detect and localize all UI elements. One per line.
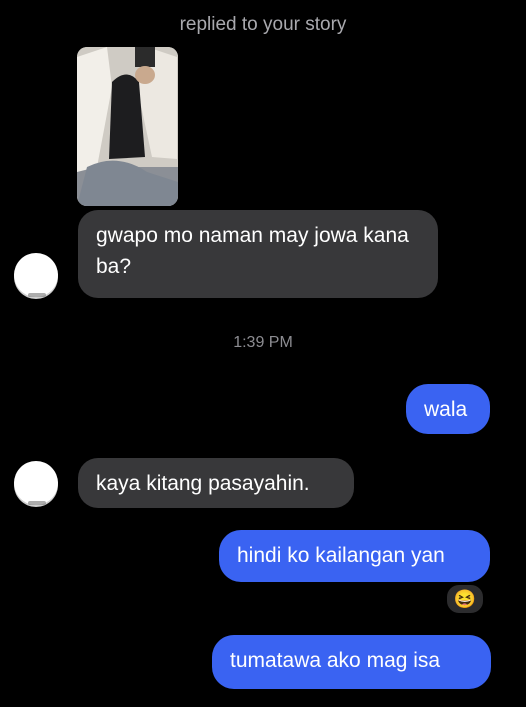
story-thumbnail-image (77, 47, 178, 206)
message-text: tumatawa ako mag isa (230, 649, 441, 672)
outgoing-message[interactable]: hindi ko kailangan yan (219, 530, 490, 582)
story-reply-note: replied to your story (179, 14, 347, 35)
timestamp: 1:39 PM (233, 334, 293, 351)
incoming-message[interactable]: gwapo mo naman may jowa kana ba? (78, 210, 438, 298)
sender-avatar[interactable] (14, 461, 58, 505)
message-text: gwapo mo naman may jowa kana ba? (96, 224, 409, 278)
sender-avatar[interactable] (14, 253, 58, 297)
message-text: hindi ko kailangan yan (237, 544, 445, 567)
incoming-message[interactable]: kaya kitang pasayahin. (78, 458, 354, 508)
reaction-emoji: 😆 (453, 588, 477, 609)
message-text: wala (424, 398, 468, 421)
outgoing-message[interactable]: tumatawa ako mag isa (212, 635, 491, 689)
laughing-emoji-icon[interactable]: 😆 (445, 583, 485, 615)
outgoing-message[interactable]: wala (406, 384, 490, 434)
story-thumbnail[interactable] (77, 47, 178, 206)
message-text: kaya kitang pasayahin. (96, 472, 310, 495)
